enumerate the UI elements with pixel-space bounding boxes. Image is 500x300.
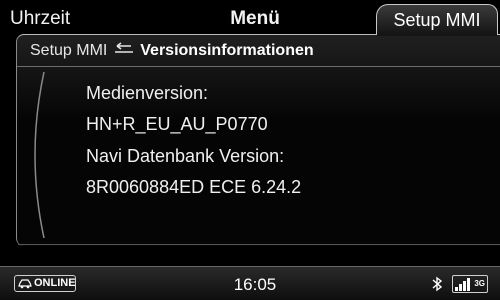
navi-db-value: 8R0060884ED ECE 6.24.2 [86, 177, 302, 197]
tab-uhrzeit[interactable]: Uhrzeit [10, 8, 70, 30]
tab-setup-mmi-label: Setup MMI [393, 10, 481, 30]
status-bar: ONLINE 16:05 3G [0, 266, 500, 300]
car-icon [18, 279, 32, 289]
network-type: 3G [474, 279, 485, 288]
online-badge: ONLINE [14, 275, 76, 292]
bluetooth-icon [432, 276, 443, 292]
online-label: ONLINE [34, 277, 76, 289]
top-bar: Uhrzeit Menü Setup MMI [0, 0, 500, 34]
tab-connector [377, 33, 497, 36]
panel-divider [18, 244, 500, 245]
tab-setup-mmi[interactable]: Setup MMI [376, 4, 498, 34]
return-arrow-icon [112, 42, 136, 56]
scroll-arc [26, 70, 66, 240]
tab-menu[interactable]: Menü [200, 8, 310, 30]
media-version-value: HN+R_EU_AU_P0770 [86, 114, 268, 134]
breadcrumb-current: Versionsinformationen [140, 42, 314, 59]
clock: 16:05 [233, 275, 277, 294]
media-version-label: Medienversion: [86, 83, 209, 103]
signal-strength-icon: 3G [452, 275, 488, 293]
navi-db-label: Navi Datenbank Version: [86, 146, 285, 166]
breadcrumb-divider [17, 66, 500, 67]
breadcrumb: Setup MMI Versionsinformationen [30, 42, 314, 60]
breadcrumb-parent[interactable]: Setup MMI [30, 42, 107, 59]
